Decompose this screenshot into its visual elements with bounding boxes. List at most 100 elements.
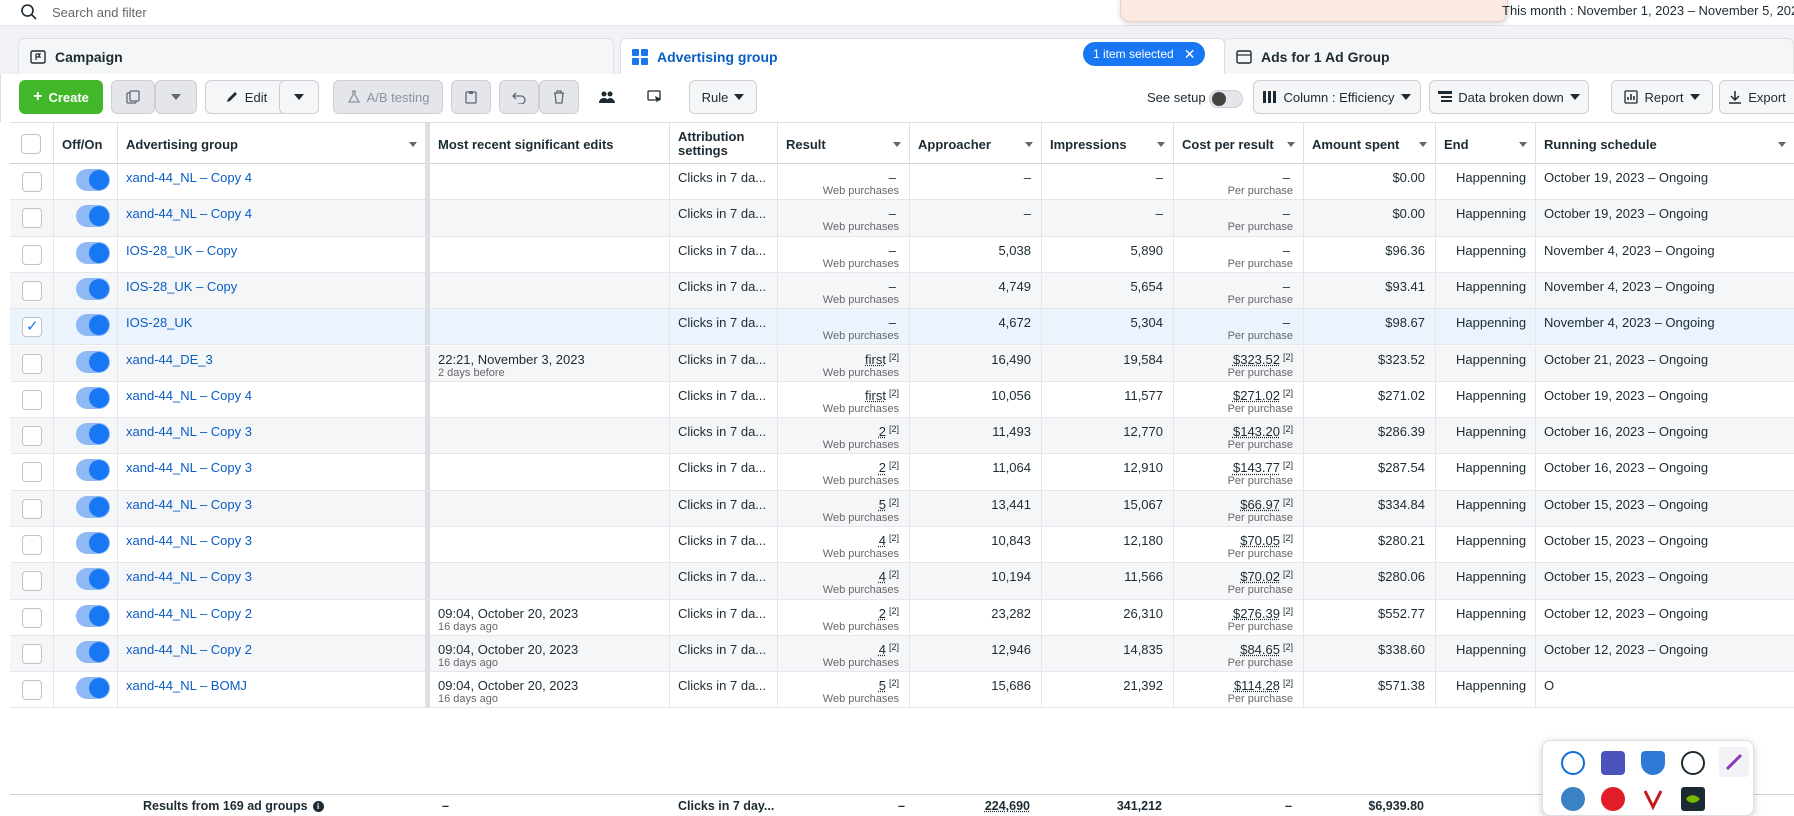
row-checkbox[interactable] bbox=[22, 208, 42, 228]
header-select-all[interactable] bbox=[10, 123, 54, 165]
ad-group-link[interactable]: xand-44_NL – Copy 3 bbox=[126, 497, 252, 512]
ad-group-link[interactable]: xand-44_NL – Copy 3 bbox=[126, 460, 252, 475]
table-row[interactable]: xand-44_NL – Copy 2 09:04, October 20, 20… bbox=[10, 636, 1794, 672]
table-row[interactable]: IOS-28_UK – Copy Clicks in 7 da... – Web pu… bbox=[10, 237, 1794, 273]
header-result[interactable]: Result bbox=[778, 123, 910, 165]
table-row[interactable]: xand-44_NL – Copy 4 Clicks in 7 da... – Web… bbox=[10, 200, 1794, 236]
row-checkbox[interactable] bbox=[22, 644, 42, 664]
ad-group-link[interactable]: xand-44_NL – Copy 3 bbox=[126, 569, 252, 584]
rule-button[interactable]: Rule bbox=[689, 80, 757, 114]
ad-group-link[interactable]: xand-44_NL – Copy 3 bbox=[126, 533, 252, 548]
notification-toast[interactable] bbox=[1120, 0, 1508, 22]
selected-items-pill[interactable]: 1 item selected ✕ bbox=[1083, 42, 1205, 66]
ad-group-link[interactable]: xand-44_NL – Copy 4 bbox=[126, 388, 252, 403]
on-off-toggle[interactable] bbox=[76, 169, 110, 191]
table-row[interactable]: xand-44_NL – Copy 3 Clicks in 7 da... 2 [2]… bbox=[10, 418, 1794, 454]
sort-caret-icon[interactable] bbox=[1287, 142, 1295, 147]
ad-group-link[interactable]: xand-44_NL – Copy 2 bbox=[126, 606, 252, 621]
teams-icon[interactable] bbox=[1601, 751, 1625, 775]
breakdown-button[interactable]: Data broken down bbox=[1429, 80, 1589, 114]
row-checkbox[interactable] bbox=[22, 499, 42, 519]
ab-testing-button[interactable]: A/B testing bbox=[333, 80, 443, 114]
ad-group-link[interactable]: xand-44_NL – Copy 2 bbox=[126, 642, 252, 657]
sort-caret-icon[interactable] bbox=[893, 142, 901, 147]
column-button[interactable]: Column : Efficiency bbox=[1253, 80, 1421, 114]
nvidia-icon[interactable] bbox=[1681, 787, 1705, 811]
create-button[interactable]: + Create bbox=[19, 80, 103, 114]
table-row[interactable]: xand-44_NL – Copy 3 Clicks in 7 da... 5 [2]… bbox=[10, 491, 1794, 527]
on-off-toggle[interactable] bbox=[76, 314, 110, 336]
antivirus-icon[interactable] bbox=[1641, 787, 1665, 811]
on-off-toggle[interactable] bbox=[76, 423, 110, 445]
on-off-toggle[interactable] bbox=[76, 641, 110, 663]
on-off-toggle[interactable] bbox=[76, 351, 110, 373]
row-checkbox[interactable] bbox=[22, 462, 42, 482]
zalo-icon[interactable] bbox=[1561, 751, 1585, 775]
row-checkbox[interactable] bbox=[22, 680, 42, 700]
table-row[interactable]: xand-44_NL – Copy 3 Clicks in 7 da... 4 [2]… bbox=[10, 527, 1794, 563]
row-checkbox[interactable] bbox=[22, 281, 42, 301]
table-row[interactable]: IOS-28_UK – Copy Clicks in 7 da... – Web pu… bbox=[10, 273, 1794, 309]
search-input[interactable] bbox=[52, 2, 872, 22]
date-range-picker[interactable]: This month : November 1, 2023 – November… bbox=[1502, 3, 1794, 18]
pen-icon[interactable] bbox=[1719, 747, 1749, 777]
row-checkbox[interactable] bbox=[22, 571, 42, 591]
preview-button[interactable] bbox=[635, 80, 675, 114]
row-checkbox[interactable] bbox=[22, 426, 42, 446]
table-row[interactable]: xand-44_NL – Copy 4 Clicks in 7 da... firs… bbox=[10, 382, 1794, 418]
shield-icon[interactable] bbox=[1641, 751, 1665, 775]
header-recent-edits[interactable]: Most recent significant edits bbox=[430, 123, 670, 165]
on-off-toggle[interactable] bbox=[76, 568, 110, 590]
see-setup-toggle[interactable] bbox=[1209, 90, 1243, 108]
globe-icon[interactable] bbox=[1561, 787, 1585, 811]
table-row[interactable]: xand-44_DE_3 22:21, November 3, 2023 2 day… bbox=[10, 346, 1794, 382]
ad-group-link[interactable]: xand-44_NL – Copy 4 bbox=[126, 206, 252, 221]
ad-group-link[interactable]: IOS-28_UK bbox=[126, 315, 192, 330]
on-off-toggle[interactable] bbox=[76, 459, 110, 481]
sort-caret-icon[interactable] bbox=[1519, 142, 1527, 147]
sort-caret-icon[interactable] bbox=[409, 142, 417, 147]
row-checkbox[interactable] bbox=[22, 354, 42, 374]
header-amount-spent[interactable]: Amount spent bbox=[1304, 123, 1436, 165]
row-checkbox[interactable] bbox=[22, 317, 42, 337]
header-end[interactable]: End bbox=[1436, 123, 1536, 165]
on-off-toggle[interactable] bbox=[76, 387, 110, 409]
ad-group-link[interactable]: xand-44_NL – Copy 4 bbox=[126, 170, 252, 185]
clipboard-button[interactable] bbox=[451, 80, 491, 114]
on-off-toggle[interactable] bbox=[76, 242, 110, 264]
sort-caret-icon[interactable] bbox=[1157, 142, 1165, 147]
ad-group-link[interactable]: xand-44_DE_3 bbox=[126, 352, 213, 367]
tab-campaign[interactable]: Campaign bbox=[18, 38, 614, 74]
edit-dropdown-button[interactable] bbox=[279, 80, 319, 114]
stop-icon[interactable] bbox=[1601, 787, 1625, 811]
sort-caret-icon[interactable] bbox=[1419, 142, 1427, 147]
header-advertising-group[interactable]: Advertising group bbox=[118, 123, 430, 165]
row-checkbox[interactable] bbox=[22, 390, 42, 410]
report-button[interactable]: Report bbox=[1611, 80, 1713, 114]
cloud-off-icon[interactable] bbox=[1681, 751, 1705, 775]
row-checkbox[interactable] bbox=[22, 245, 42, 265]
tab-ads[interactable]: Ads for 1 Ad Group bbox=[1224, 38, 1794, 74]
on-off-toggle[interactable] bbox=[76, 605, 110, 627]
ad-group-link[interactable]: xand-44_NL – BOMJ bbox=[126, 678, 247, 693]
row-checkbox[interactable] bbox=[22, 172, 42, 192]
on-off-toggle[interactable] bbox=[76, 532, 110, 554]
on-off-toggle[interactable] bbox=[76, 278, 110, 300]
header-approacher[interactable]: Approacher bbox=[910, 123, 1042, 165]
header-cost-per-result[interactable]: Cost per result bbox=[1174, 123, 1304, 165]
info-icon[interactable]: i bbox=[313, 801, 324, 812]
ad-group-link[interactable]: xand-44_NL – Copy 3 bbox=[126, 424, 252, 439]
table-row[interactable]: xand-44_NL – Copy 3 Clicks in 7 da... 2 [2]… bbox=[10, 454, 1794, 490]
on-off-toggle[interactable] bbox=[76, 205, 110, 227]
header-onoff[interactable]: Off/On bbox=[54, 123, 118, 165]
ad-group-link[interactable]: IOS-28_UK – Copy bbox=[126, 243, 237, 258]
undo-button[interactable] bbox=[499, 80, 539, 114]
sort-caret-icon[interactable] bbox=[1778, 142, 1786, 147]
sort-caret-icon[interactable] bbox=[1025, 142, 1033, 147]
row-checkbox[interactable] bbox=[22, 535, 42, 555]
delete-button[interactable] bbox=[539, 80, 579, 114]
duplicate-button[interactable] bbox=[111, 80, 155, 114]
header-attribution[interactable]: Attribution settings bbox=[670, 123, 778, 165]
header-running-schedule[interactable]: Running schedule bbox=[1536, 123, 1794, 165]
duplicate-dropdown-button[interactable] bbox=[155, 80, 197, 114]
